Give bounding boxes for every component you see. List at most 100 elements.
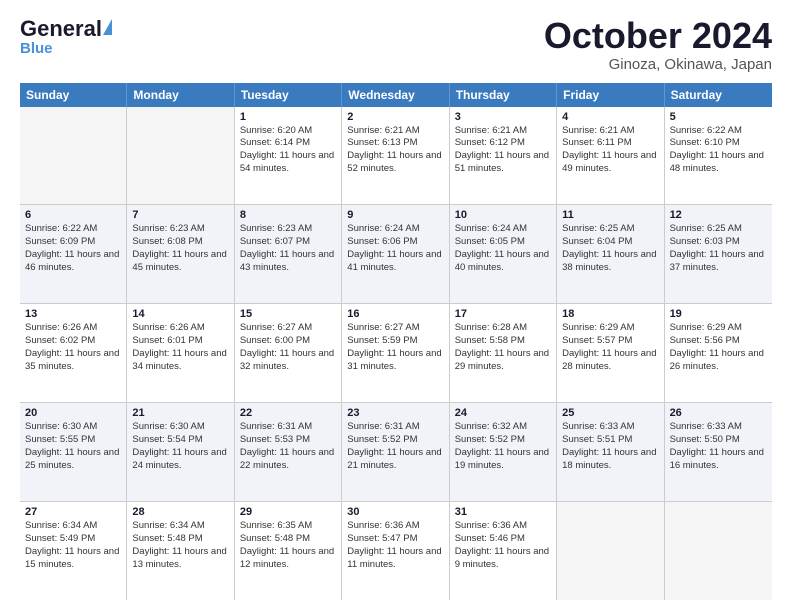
logo: General Blue	[20, 16, 112, 57]
sunrise-text: Sunrise: 6:30 AM	[132, 421, 228, 434]
daylight-text: Daylight: 11 hours and 46 minutes.	[25, 249, 121, 275]
sunset-text: Sunset: 5:47 PM	[347, 533, 443, 546]
cal-cell	[127, 107, 234, 205]
day-number: 15	[240, 308, 336, 320]
day-number: 16	[347, 308, 443, 320]
daylight-text: Daylight: 11 hours and 22 minutes.	[240, 447, 336, 473]
sunrise-text: Sunrise: 6:27 AM	[347, 322, 443, 335]
sunset-text: Sunset: 6:06 PM	[347, 236, 443, 249]
title-block: October 2024 Ginoza, Okinawa, Japan	[544, 16, 772, 73]
calendar-body: 1Sunrise: 6:20 AMSunset: 6:14 PMDaylight…	[20, 107, 772, 600]
sunrise-text: Sunrise: 6:36 AM	[455, 520, 551, 533]
daylight-text: Daylight: 11 hours and 15 minutes.	[25, 546, 121, 572]
cal-cell: 11Sunrise: 6:25 AMSunset: 6:04 PMDayligh…	[557, 205, 664, 303]
daylight-text: Daylight: 11 hours and 24 minutes.	[132, 447, 228, 473]
day-number: 31	[455, 506, 551, 518]
sunset-text: Sunset: 5:51 PM	[562, 434, 658, 447]
sunrise-text: Sunrise: 6:25 AM	[562, 223, 658, 236]
sunset-text: Sunset: 5:54 PM	[132, 434, 228, 447]
cal-cell: 23Sunrise: 6:31 AMSunset: 5:52 PMDayligh…	[342, 403, 449, 501]
day-number: 10	[455, 209, 551, 221]
sunrise-text: Sunrise: 6:29 AM	[562, 322, 658, 335]
cal-cell: 3Sunrise: 6:21 AMSunset: 6:12 PMDaylight…	[450, 107, 557, 205]
logo-triangle-icon	[103, 19, 112, 35]
cal-cell	[665, 502, 772, 600]
sunset-text: Sunset: 6:02 PM	[25, 335, 121, 348]
cal-cell	[20, 107, 127, 205]
day-number: 21	[132, 407, 228, 419]
sunrise-text: Sunrise: 6:20 AM	[240, 125, 336, 138]
logo-general-text: General	[20, 16, 102, 42]
sunrise-text: Sunrise: 6:21 AM	[455, 125, 551, 138]
sunset-text: Sunset: 5:58 PM	[455, 335, 551, 348]
day-number: 6	[25, 209, 121, 221]
day-number: 22	[240, 407, 336, 419]
sunset-text: Sunset: 5:50 PM	[670, 434, 767, 447]
sunset-text: Sunset: 5:59 PM	[347, 335, 443, 348]
header: General Blue October 2024 Ginoza, Okinaw…	[20, 16, 772, 73]
day-number: 27	[25, 506, 121, 518]
sunrise-text: Sunrise: 6:24 AM	[455, 223, 551, 236]
cal-cell: 19Sunrise: 6:29 AMSunset: 5:56 PMDayligh…	[665, 304, 772, 402]
sunset-text: Sunset: 5:57 PM	[562, 335, 658, 348]
cal-cell: 9Sunrise: 6:24 AMSunset: 6:06 PMDaylight…	[342, 205, 449, 303]
day-number: 13	[25, 308, 121, 320]
sunset-text: Sunset: 5:52 PM	[347, 434, 443, 447]
calendar-week-2: 6Sunrise: 6:22 AMSunset: 6:09 PMDaylight…	[20, 205, 772, 304]
sunset-text: Sunset: 6:04 PM	[562, 236, 658, 249]
cal-cell: 2Sunrise: 6:21 AMSunset: 6:13 PMDaylight…	[342, 107, 449, 205]
daylight-text: Daylight: 11 hours and 45 minutes.	[132, 249, 228, 275]
daylight-text: Daylight: 11 hours and 51 minutes.	[455, 150, 551, 176]
daylight-text: Daylight: 11 hours and 13 minutes.	[132, 546, 228, 572]
sunset-text: Sunset: 5:53 PM	[240, 434, 336, 447]
sunset-text: Sunset: 5:48 PM	[240, 533, 336, 546]
day-number: 2	[347, 111, 443, 123]
day-number: 14	[132, 308, 228, 320]
cal-cell: 27Sunrise: 6:34 AMSunset: 5:49 PMDayligh…	[20, 502, 127, 600]
day-header-saturday: Saturday	[665, 83, 772, 107]
sunset-text: Sunset: 5:49 PM	[25, 533, 121, 546]
day-number: 24	[455, 407, 551, 419]
cal-cell: 31Sunrise: 6:36 AMSunset: 5:46 PMDayligh…	[450, 502, 557, 600]
cal-cell: 21 Sunrise: 6:30 AMSunset: 5:54 PMDayligh…	[127, 403, 234, 501]
calendar-week-5: 27Sunrise: 6:34 AMSunset: 5:49 PMDayligh…	[20, 502, 772, 600]
sunset-text: Sunset: 5:56 PM	[670, 335, 767, 348]
cal-cell: 17Sunrise: 6:28 AMSunset: 5:58 PMDayligh…	[450, 304, 557, 402]
daylight-text: Daylight: 11 hours and 16 minutes.	[670, 447, 767, 473]
calendar-header-row: SundayMondayTuesdayWednesdayThursdayFrid…	[20, 83, 772, 107]
daylight-text: Daylight: 11 hours and 11 minutes.	[347, 546, 443, 572]
calendar-week-3: 13Sunrise: 6:26 AMSunset: 6:02 PMDayligh…	[20, 304, 772, 403]
sunset-text: Sunset: 5:48 PM	[132, 533, 228, 546]
sunset-text: Sunset: 6:05 PM	[455, 236, 551, 249]
day-header-monday: Monday	[127, 83, 234, 107]
sunrise-text: Sunrise: 6:35 AM	[240, 520, 336, 533]
day-number: 4	[562, 111, 658, 123]
day-number: 25	[562, 407, 658, 419]
sunrise-text: Sunrise: 6:25 AM	[670, 223, 767, 236]
day-number: 26	[670, 407, 767, 419]
day-number: 29	[240, 506, 336, 518]
calendar-week-4: 20Sunrise: 6:30 AMSunset: 5:55 PMDayligh…	[20, 403, 772, 502]
sunrise-text: Sunrise: 6:26 AM	[132, 322, 228, 335]
day-number: 1	[240, 111, 336, 123]
cal-cell: 14Sunrise: 6:26 AMSunset: 6:01 PMDayligh…	[127, 304, 234, 402]
day-number: 19	[670, 308, 767, 320]
sunrise-text: Sunrise: 6:23 AM	[132, 223, 228, 236]
sunset-text: Sunset: 5:52 PM	[455, 434, 551, 447]
daylight-text: Daylight: 11 hours and 12 minutes.	[240, 546, 336, 572]
daylight-text: Daylight: 11 hours and 21 minutes.	[347, 447, 443, 473]
day-number: 8	[240, 209, 336, 221]
day-number: 12	[670, 209, 767, 221]
cal-cell: 18Sunrise: 6:29 AMSunset: 5:57 PMDayligh…	[557, 304, 664, 402]
sunrise-text: Sunrise: 6:26 AM	[25, 322, 121, 335]
daylight-text: Daylight: 11 hours and 37 minutes.	[670, 249, 767, 275]
sunset-text: Sunset: 6:00 PM	[240, 335, 336, 348]
cal-cell: 22Sunrise: 6:31 AMSunset: 5:53 PMDayligh…	[235, 403, 342, 501]
cal-cell: 5Sunrise: 6:22 AMSunset: 6:10 PMDaylight…	[665, 107, 772, 205]
sunrise-text: Sunrise: 6:36 AM	[347, 520, 443, 533]
daylight-text: Daylight: 11 hours and 18 minutes.	[562, 447, 658, 473]
daylight-text: Daylight: 11 hours and 48 minutes.	[670, 150, 767, 176]
day-header-thursday: Thursday	[450, 83, 557, 107]
cal-cell: 20Sunrise: 6:30 AMSunset: 5:55 PMDayligh…	[20, 403, 127, 501]
daylight-text: Daylight: 11 hours and 34 minutes.	[132, 348, 228, 374]
